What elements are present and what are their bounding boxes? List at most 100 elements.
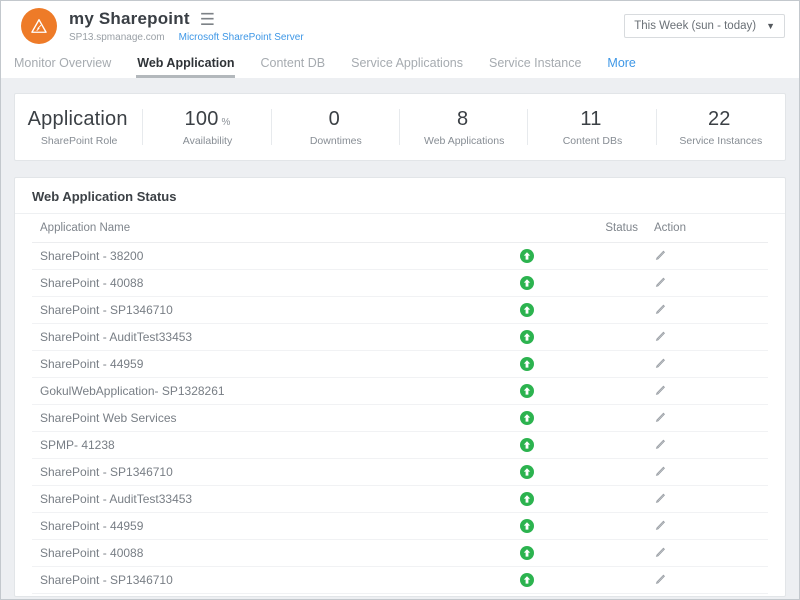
time-range-value: This Week (sun - today) <box>634 20 756 32</box>
availability-cell <box>457 269 597 296</box>
tab-content-db[interactable]: Content DB <box>259 51 326 78</box>
edit-pencil-icon[interactable] <box>654 410 667 423</box>
status-cell <box>597 296 646 323</box>
status-cell <box>597 431 646 458</box>
table-row: SPMP- 41238 <box>32 431 768 458</box>
table-row: SharePoint - 38200 <box>32 242 768 269</box>
tab-more[interactable]: More <box>606 51 636 78</box>
tab-monitor-overview[interactable]: Monitor Overview <box>13 51 112 78</box>
menu-icon[interactable]: ☰ <box>200 11 215 28</box>
availability-cell <box>457 539 597 566</box>
time-range-select[interactable]: This Week (sun - today) ▼ <box>624 14 785 38</box>
table-row: SharePoint - 44959 <box>32 512 768 539</box>
stats-card: Application SharePoint Role 100% Availab… <box>14 93 786 161</box>
status-cell <box>597 350 646 377</box>
status-up-icon <box>520 411 534 425</box>
table-row: SharePoint - 44959 <box>32 350 768 377</box>
table-row: SharePoint Web Services <box>32 404 768 431</box>
stat-value: 100 <box>185 108 219 130</box>
stat-value: 22 <box>708 108 731 130</box>
title-block: my Sharepoint ☰ SP13.spmanage.com Micros… <box>69 9 624 43</box>
status-up-icon <box>520 492 534 506</box>
app-name-cell: SharePoint - SP1346710 <box>32 296 457 323</box>
edit-pencil-icon[interactable] <box>654 464 667 477</box>
column-application-name: Application Name <box>32 214 457 242</box>
table-row: SharePoint - SP1346710 <box>32 296 768 323</box>
status-cell <box>597 404 646 431</box>
status-up-icon <box>520 438 534 452</box>
stat-value: Application <box>28 108 128 130</box>
availability-cell <box>457 458 597 485</box>
action-cell <box>646 566 768 593</box>
app-name-cell: SharePoint Web Services <box>32 404 457 431</box>
tabbar: Monitor Overview Web Application Content… <box>1 51 799 78</box>
status-up-icon <box>520 573 534 587</box>
edit-pencil-icon[interactable] <box>654 572 667 585</box>
stat-value: 11 <box>580 108 601 130</box>
edit-pencil-icon[interactable] <box>654 302 667 315</box>
stat-label: Service Instances <box>679 135 762 147</box>
stat-service-instances: 22 Service Instances <box>657 94 785 160</box>
page-title: my Sharepoint <box>69 9 190 29</box>
app-name-cell: SharePoint - SP1346710 <box>32 566 457 593</box>
app-name-cell: SharePoint - 40088 <box>32 269 457 296</box>
stat-availability: 100% Availability <box>143 94 271 160</box>
edit-pencil-icon[interactable] <box>654 491 667 504</box>
status-cell <box>597 539 646 566</box>
edit-pencil-icon[interactable] <box>654 518 667 531</box>
edit-pencil-icon[interactable] <box>654 437 667 450</box>
action-cell <box>646 458 768 485</box>
edit-pencil-icon[interactable] <box>654 545 667 558</box>
tab-service-instance[interactable]: Service Instance <box>488 51 582 78</box>
stat-label: Content DBs <box>563 135 623 147</box>
action-cell <box>646 485 768 512</box>
app-name-cell: SharePoint - SP1346710 <box>32 458 457 485</box>
action-cell <box>646 296 768 323</box>
triangle-alert-icon <box>29 16 49 36</box>
table-row: SharePoint - AuditTest33453 <box>32 485 768 512</box>
status-up-icon <box>520 465 534 479</box>
action-cell <box>646 350 768 377</box>
web-application-status-card: Web Application Status Application Name … <box>14 177 786 597</box>
column-action: Action <box>646 214 768 242</box>
status-up-icon <box>520 303 534 317</box>
edit-pencil-icon[interactable] <box>654 248 667 261</box>
status-cell <box>597 512 646 539</box>
stat-content-dbs: 11 Content DBs <box>528 94 656 160</box>
edit-pencil-icon[interactable] <box>654 383 667 396</box>
stat-label: Availability <box>183 135 232 147</box>
table-row: SharePoint - SP1346710 <box>32 566 768 593</box>
monitor-type-link[interactable]: Microsoft SharePoint Server <box>179 32 304 43</box>
availability-cell <box>457 296 597 323</box>
app-name-cell: SharePoint - AuditTest33453 <box>32 485 457 512</box>
status-up-icon <box>520 330 534 344</box>
table-row: SharePoint - 40088 <box>32 539 768 566</box>
status-cell <box>597 269 646 296</box>
status-up-icon <box>520 276 534 290</box>
edit-pencil-icon[interactable] <box>654 329 667 342</box>
edit-pencil-icon[interactable] <box>654 356 667 369</box>
tab-web-application[interactable]: Web Application <box>136 51 235 78</box>
web-application-table: Application Name Status Action SharePoin… <box>32 214 768 594</box>
action-cell <box>646 323 768 350</box>
action-cell <box>646 269 768 296</box>
status-up-icon <box>520 519 534 533</box>
section-title: Web Application Status <box>15 178 785 214</box>
status-up-icon <box>520 249 534 263</box>
app-name-cell: SharePoint - AuditTest33453 <box>32 323 457 350</box>
stat-label: SharePoint Role <box>41 135 117 147</box>
edit-pencil-icon[interactable] <box>654 275 667 288</box>
stat-label: Web Applications <box>424 135 504 147</box>
status-cell <box>597 458 646 485</box>
stat-downtimes: 0 Downtimes <box>272 94 400 160</box>
table-row: SharePoint - AuditTest33453 <box>32 323 768 350</box>
app-name-cell: SharePoint - 38200 <box>32 242 457 269</box>
column-availability-icon <box>457 214 597 242</box>
status-cell <box>597 323 646 350</box>
status-cell <box>597 377 646 404</box>
stat-value: 0 <box>329 108 340 130</box>
tab-service-applications[interactable]: Service Applications <box>350 51 464 78</box>
action-cell <box>646 242 768 269</box>
app-name-cell: SharePoint - 44959 <box>32 350 457 377</box>
table-wrap: Application Name Status Action SharePoin… <box>15 214 785 594</box>
